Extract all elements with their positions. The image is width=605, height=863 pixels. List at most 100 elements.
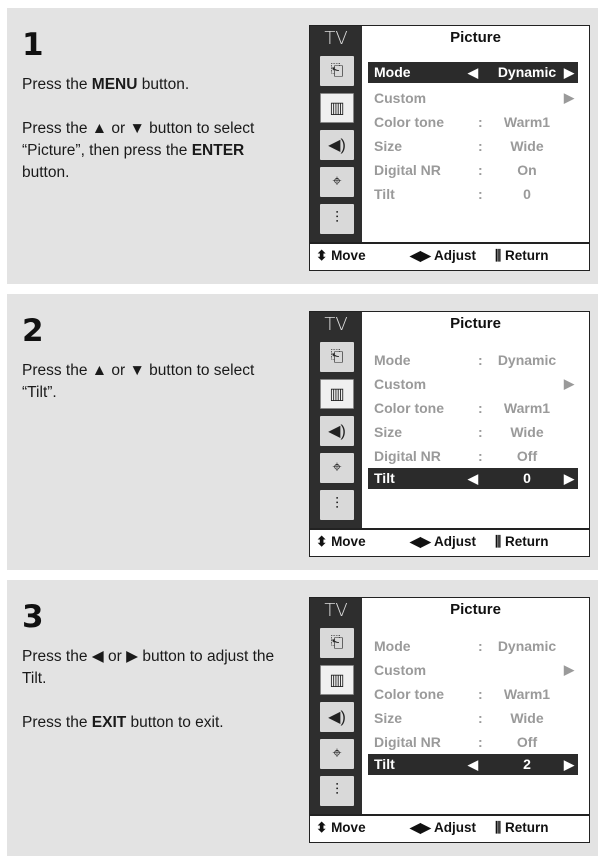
step-number: 2 bbox=[22, 313, 44, 349]
submenu-arrow-icon: ▶ bbox=[564, 90, 574, 105]
tv-label: TV bbox=[324, 28, 348, 49]
menu-row-color-tone[interactable]: Color tone: Warm1 bbox=[368, 396, 578, 420]
picture-icon[interactable]: ▥ bbox=[320, 379, 354, 409]
adjust-icon: ◀▶ bbox=[410, 820, 435, 835]
menu-sidebar: TV ⎗ ▥ ◀) ⌖ ⫶ bbox=[310, 598, 362, 818]
colon-separator: : bbox=[478, 138, 483, 154]
input-icon[interactable]: ⎗ bbox=[320, 56, 354, 86]
menu-row-color-tone[interactable]: Color tone: Warm1 bbox=[368, 110, 578, 134]
instruction-text: Press the ◀ or ▶ button to adjust the Ti… bbox=[22, 648, 275, 687]
picture-icon[interactable]: ▥ bbox=[320, 665, 354, 695]
return-label: Return bbox=[504, 534, 549, 549]
move-hint: ⬍ Move bbox=[316, 534, 366, 550]
return-icon: ⫼ bbox=[495, 248, 505, 263]
instruction-text: Press the ▲ or ▼ button to select “Tilt”… bbox=[22, 362, 255, 401]
menu-row-digital-nr[interactable]: Digital NR: Off bbox=[368, 444, 578, 468]
step-instructions: Press the MENU button. Press the ▲ or ▼ b… bbox=[22, 74, 292, 206]
colon-separator: : bbox=[478, 638, 483, 654]
menu-row-tilt[interactable]: Tilt ◀ ▶ 0 bbox=[368, 468, 578, 489]
move-icon: ⬍ bbox=[316, 820, 332, 835]
instruction-text: button. bbox=[137, 76, 190, 93]
step-number: 1 bbox=[22, 27, 44, 63]
menu-row-size[interactable]: Size: Wide bbox=[368, 706, 578, 730]
right-arrow-icon: ▶ bbox=[564, 65, 574, 80]
picture-icon[interactable]: ▥ bbox=[320, 93, 354, 123]
menu-title: Picture bbox=[450, 315, 501, 332]
step-3-panel: 3 Press the ◀ or ▶ button to adjust the … bbox=[7, 580, 598, 856]
menu-row-label: Size bbox=[374, 710, 403, 726]
menu-row-mode[interactable]: Mode: Dynamic bbox=[368, 348, 578, 372]
return-hint: ⫼ Return bbox=[495, 534, 548, 550]
return-icon: ⫼ bbox=[495, 820, 505, 835]
return-hint: ⫼ Return bbox=[495, 248, 548, 264]
instruction-paragraph: Press the ▲ or ▼ button to select “Tilt”… bbox=[22, 360, 292, 404]
channel-icon[interactable]: ⌖ bbox=[320, 167, 354, 197]
menu-row-mode[interactable]: Mode ◀ ▶ Dynamic bbox=[368, 62, 578, 83]
input-icon[interactable]: ⎗ bbox=[320, 342, 354, 372]
menu-row-mode[interactable]: Mode: Dynamic bbox=[368, 634, 578, 658]
tv-label: TV bbox=[324, 314, 348, 335]
menu-items: Mode: Dynamic Custom ▶ Color tone: Warm1 Size:… bbox=[368, 348, 578, 492]
instruction-paragraph: Press the ▲ or ▼ button to select “Pictu… bbox=[22, 118, 292, 184]
menu-row-digital-nr[interactable]: Digital NR: Off bbox=[368, 730, 578, 754]
menu-row-value: Dynamic bbox=[497, 64, 557, 80]
right-arrow-icon: ▶ bbox=[564, 471, 574, 486]
left-arrow-icon: ◀ bbox=[468, 757, 478, 772]
menu-items: Mode: Dynamic Custom ▶ Color tone: Warm1 Size:… bbox=[368, 634, 578, 778]
menu-row-label: Color tone bbox=[374, 114, 444, 130]
menu-row-label: Digital NR bbox=[374, 734, 441, 750]
menu-row-label: Custom bbox=[374, 90, 427, 106]
submenu-arrow-icon: ▶ bbox=[564, 376, 574, 391]
instruction-text: button. bbox=[22, 164, 70, 181]
adjust-label: Adjust bbox=[434, 534, 477, 549]
move-label: Move bbox=[331, 248, 366, 263]
menu-row-label: Tilt bbox=[374, 756, 395, 772]
colon-separator: : bbox=[478, 734, 483, 750]
menu-row-custom[interactable]: Custom ▶ bbox=[368, 658, 578, 682]
sound-icon[interactable]: ◀) bbox=[320, 702, 354, 732]
menu-sidebar: TV ⎗ ▥ ◀) ⌖ ⫶ bbox=[310, 26, 362, 246]
menu-row-custom[interactable]: Custom ▶ bbox=[368, 372, 578, 396]
menu-row-value: 0 bbox=[523, 470, 531, 486]
setup-icon[interactable]: ⫶ bbox=[320, 776, 354, 806]
instruction-paragraph: Press the EXIT button to exit. bbox=[22, 712, 292, 734]
menu-row-color-tone[interactable]: Color tone: Warm1 bbox=[368, 682, 578, 706]
input-icon[interactable]: ⎗ bbox=[320, 628, 354, 658]
tv-menu-screen: TV ⎗ ▥ ◀) ⌖ ⫶ Picture Mode ◀ ▶ Dynamic Custom ▶ Color… bbox=[309, 25, 590, 271]
menu-row-tilt[interactable]: Tilt: 0 bbox=[368, 182, 578, 206]
menu-row-digital-nr[interactable]: Digital NR: On bbox=[368, 158, 578, 182]
menu-row-value: Wide bbox=[510, 710, 544, 726]
menu-row-tilt[interactable]: Tilt ◀ ▶ 2 bbox=[368, 754, 578, 775]
setup-icon[interactable]: ⫶ bbox=[320, 204, 354, 234]
menu-row-label: Digital NR bbox=[374, 162, 441, 178]
return-icon: ⫼ bbox=[495, 534, 505, 549]
menu-row-label: Size bbox=[374, 138, 403, 154]
left-arrow-icon: ◀ bbox=[468, 65, 478, 80]
menu-row-value: Warm1 bbox=[503, 400, 551, 416]
return-hint: ⫼ Return bbox=[495, 820, 548, 836]
move-label: Move bbox=[331, 820, 366, 835]
return-label: Return bbox=[504, 820, 549, 835]
channel-icon[interactable]: ⌖ bbox=[320, 739, 354, 769]
sound-icon[interactable]: ◀) bbox=[320, 416, 354, 446]
colon-separator: : bbox=[478, 710, 483, 726]
adjust-icon: ◀▶ bbox=[410, 248, 435, 263]
menu-row-label: Digital NR bbox=[374, 448, 441, 464]
setup-icon[interactable]: ⫶ bbox=[320, 490, 354, 520]
menu-row-size[interactable]: Size: Wide bbox=[368, 134, 578, 158]
menu-items: Mode ◀ ▶ Dynamic Custom ▶ Color tone: Warm1 Size… bbox=[368, 62, 578, 206]
channel-icon[interactable]: ⌖ bbox=[320, 453, 354, 483]
menu-row-value: Wide bbox=[510, 138, 544, 154]
menu-footer: ⬍ Move ◀▶ Adjust ⫼ Return bbox=[310, 814, 589, 842]
step-1-panel: 1 Press the MENU button. Press the ▲ or ▼… bbox=[7, 8, 598, 284]
menu-row-label: Custom bbox=[374, 376, 427, 392]
menu-row-custom[interactable]: Custom ▶ bbox=[368, 86, 578, 110]
move-hint: ⬍ Move bbox=[316, 248, 366, 264]
sound-icon[interactable]: ◀) bbox=[320, 130, 354, 160]
step-instructions: Press the ◀ or ▶ button to adjust the Ti… bbox=[22, 646, 292, 756]
menu-row-label: Custom bbox=[374, 662, 427, 678]
menu-row-size[interactable]: Size: Wide bbox=[368, 420, 578, 444]
instruction-text: Press the bbox=[22, 714, 92, 731]
adjust-label: Adjust bbox=[434, 248, 477, 263]
menu-row-value: Off bbox=[516, 448, 538, 464]
